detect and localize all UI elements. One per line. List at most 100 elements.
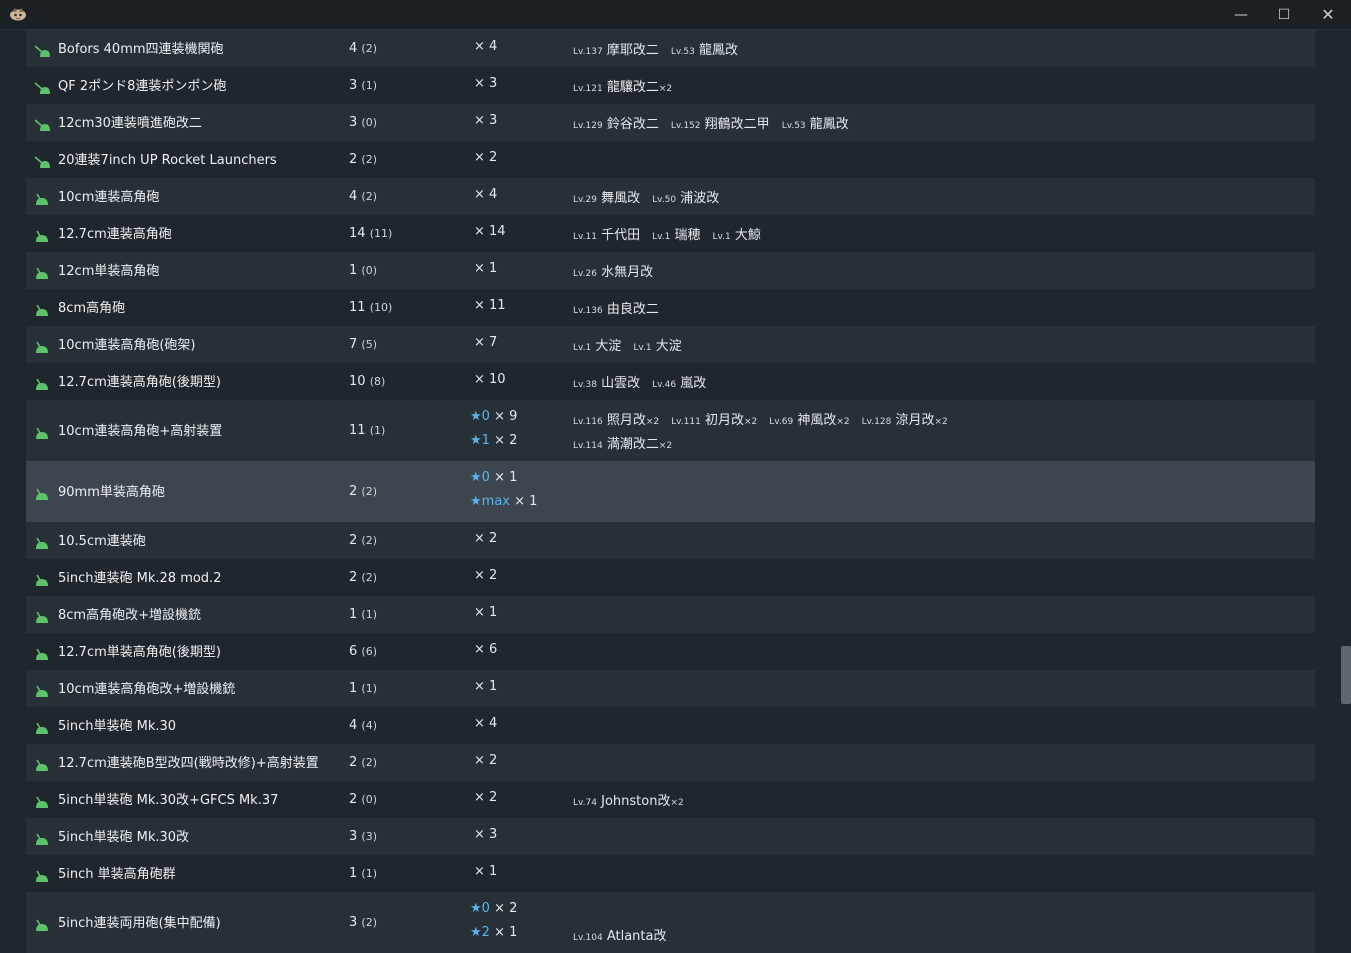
ship-name: 浦波改 — [680, 190, 720, 206]
list-item[interactable]: 10cm連装高角砲 4 (2) × 4 Lv.29 舞風改 Lv.50 浦波改 — [26, 178, 1315, 215]
ship-entry[interactable]: Lv.29 舞風改 — [573, 191, 640, 206]
aa-gun-icon — [36, 304, 48, 316]
count-total: 7 — [349, 336, 362, 352]
ship-entry[interactable]: Lv.1 大鯨 — [713, 228, 761, 243]
ship-entry[interactable]: Lv.111 初月改×2 — [671, 413, 757, 428]
quantity: × 4 — [474, 38, 498, 54]
equipment-name: 10cm連装高角砲+高射装置 — [58, 423, 223, 439]
equipment-count: 2 (2) — [349, 152, 377, 167]
list-item[interactable]: 10.5cm連装砲 2 (2) × 2 — [26, 522, 1315, 559]
count-unequipped: (2) — [361, 152, 377, 166]
list-item[interactable]: 12.7cm単装高角砲(後期型) 6 (6) × 6 — [26, 633, 1315, 670]
list-item[interactable]: 10cm連装高角砲(砲架) 7 (5) × 7 Lv.1 大淀 Lv.1 大淀 — [26, 326, 1315, 363]
count-total: 4 — [349, 40, 362, 56]
list-item[interactable]: 8cm高角砲 11 (10) × 11 Lv.136 由良改二 — [26, 289, 1315, 326]
ship-entry[interactable]: Lv.1 大淀 — [633, 339, 681, 354]
count-total: 3 — [349, 914, 362, 930]
list-item[interactable]: 5inch 単装高角砲群 1 (1) × 1 — [26, 855, 1315, 892]
count-total: 3 — [349, 114, 362, 130]
equipment-name: 10cm連装高角砲(砲架) — [58, 337, 196, 353]
ship-entry[interactable]: Lv.53 龍鳳改 — [671, 43, 738, 58]
count-total: 4 — [349, 188, 362, 204]
list-item[interactable]: 12.7cm連装高角砲(後期型) 10 (8) × 10 Lv.38 山雲改 Lv.46… — [26, 363, 1315, 400]
list-item[interactable]: 12.7cm連装砲B型改四(戦時改修)+高射装置 2 (2) × 2 — [26, 744, 1315, 781]
ship-multiplier: ×2 — [743, 417, 758, 427]
count-total: 1 — [349, 606, 362, 622]
maximize-button[interactable]: ☐ — [1261, 0, 1307, 29]
improvement-level: ★0 — [470, 409, 490, 424]
minimize-button[interactable]: — — [1218, 0, 1264, 29]
ship-entry[interactable]: Lv.121 龍驤改二×2 — [573, 80, 672, 95]
equipment-name: QF 2ポンド8連装ポンポン砲 — [58, 78, 227, 94]
scrollbar-thumb[interactable] — [1341, 646, 1351, 704]
ship-entry[interactable]: Lv.128 涼月改×2 — [862, 413, 948, 428]
count-total: 11 — [349, 299, 370, 315]
improvement-level: ★2 — [470, 925, 490, 940]
equipment-count: 4 (2) — [349, 189, 377, 204]
ship-level: Lv.104 — [573, 933, 603, 943]
list-item[interactable]: 12cm単装高角砲 1 (0) × 1 Lv.26 水無月改 — [26, 252, 1315, 289]
ship-entry[interactable]: Lv.53 龍鳳改 — [782, 117, 849, 132]
ship-entry[interactable]: Lv.136 由良改二 — [573, 302, 659, 317]
equipment-count: 1 (1) — [349, 681, 377, 696]
ship-entry[interactable]: Lv.152 翔鶴改二甲 — [671, 117, 770, 132]
ship-name: 大鯨 — [734, 227, 761, 243]
ship-entry[interactable]: Lv.116 照月改×2 — [573, 413, 659, 428]
ship-level: Lv.136 — [573, 305, 603, 316]
ship-entry[interactable]: Lv.114 満潮改二×2 — [573, 437, 672, 452]
ship-list: Lv.26 水無月改 — [573, 261, 665, 280]
list-item[interactable]: Bofors 40mm四連装機関砲 4 (2) × 4 Lv.137 摩耶改二 Lv.5… — [26, 30, 1315, 67]
equipment-count: 11 (10) — [349, 300, 392, 315]
ship-level: Lv.26 — [573, 268, 597, 279]
ship-name: 水無月改 — [601, 264, 654, 280]
title-bar: — ☐ ✕ — [0, 0, 1351, 30]
list-item[interactable]: 5inch単装砲 Mk.30改 3 (3) × 3 — [26, 818, 1315, 855]
equipment-name: 5inch単装砲 Mk.30 — [58, 718, 177, 734]
improvement-count: ★0 × 1 — [470, 470, 518, 485]
quantity: × 11 — [474, 297, 506, 313]
list-item[interactable]: 5inch単装砲 Mk.30改+GFCS Mk.37 2 (0) × 2 Lv.74 … — [26, 781, 1315, 818]
ship-entry[interactable]: Lv.1 大淀 — [573, 339, 621, 354]
list-item[interactable]: 12cm30連装噴進砲改二 3 (0) × 3 Lv.129 鈴谷改二 Lv.152 翔… — [26, 104, 1315, 141]
quantity: × 4 — [474, 715, 498, 731]
list-item[interactable]: 12.7cm連装高角砲 14 (11) × 14 Lv.11 千代田 Lv.1 瑞穂 Lv… — [26, 215, 1315, 252]
ship-entry[interactable]: Lv.26 水無月改 — [573, 265, 653, 280]
list-item[interactable]: 5inch単装砲 Mk.30 4 (4) × 4 — [26, 707, 1315, 744]
list-item[interactable]: 5inch連装砲 Mk.28 mod.2 2 (2) × 2 — [26, 559, 1315, 596]
quantity: × 10 — [474, 371, 506, 387]
list-item[interactable]: 90mm単装高角砲 2 (2) ★0 × 1 ★max × 1 — [26, 461, 1315, 522]
ship-entry[interactable]: Lv.1 瑞穂 — [652, 228, 700, 243]
ship-entry[interactable]: Lv.74 Johnston改×2 — [573, 794, 684, 809]
equipment-count: 2 (2) — [349, 533, 377, 548]
list-item[interactable]: 20連装7inch UP Rocket Launchers 2 (2) × 2 — [26, 141, 1315, 178]
ship-level: Lv.74 — [573, 797, 597, 808]
ship-entry[interactable]: Lv.46 嵐改 — [652, 376, 706, 391]
ship-entry[interactable]: Lv.69 神風改×2 — [769, 413, 849, 428]
ship-entry[interactable]: Lv.50 浦波改 — [652, 191, 719, 206]
ship-entry[interactable]: Lv.129 鈴谷改二 — [573, 117, 659, 132]
aa-gun-icon — [36, 574, 48, 586]
ship-level: Lv.50 — [652, 194, 677, 205]
list-item[interactable]: 10cm連装高角砲+高射装置 11 (1) ★0 × 9 ★1 × 2 Lv.116 照… — [26, 400, 1315, 461]
aa-gun-icon — [36, 611, 48, 623]
ship-entry[interactable]: Lv.38 山雲改 — [573, 376, 640, 391]
list-item[interactable]: 8cm高角砲改+増設機銃 1 (1) × 1 — [26, 596, 1315, 633]
ship-entry[interactable]: Lv.137 摩耶改二 — [573, 43, 659, 58]
count-total: 2 — [349, 569, 362, 585]
aa-gun-icon — [36, 427, 48, 439]
count-unequipped: (0) — [361, 263, 377, 277]
ship-entry[interactable]: Lv.11 千代田 — [573, 228, 640, 243]
ship-entry[interactable]: Lv.104 Atlanta改 — [573, 929, 666, 944]
aa-gun-icon — [36, 833, 48, 845]
list-item[interactable]: 5inch連装両用砲(集中配備) 3 (2) ★0 × 2 ★2 × 1 Lv.104 … — [26, 892, 1315, 953]
list-item[interactable]: 10cm連装高角砲改+増設機銃 1 (1) × 1 — [26, 670, 1315, 707]
ship-level: Lv.137 — [573, 46, 603, 57]
ship-level: Lv.129 — [573, 120, 603, 131]
equipment-count: 2 (2) — [349, 755, 377, 770]
ship-multiplier: ×2 — [645, 417, 660, 427]
close-button[interactable]: ✕ — [1305, 0, 1351, 29]
app-logo-icon — [10, 8, 26, 21]
ship-level: Lv.116 — [573, 417, 603, 427]
count-total: 6 — [349, 643, 362, 659]
list-item[interactable]: QF 2ポンド8連装ポンポン砲 3 (1) × 3 Lv.121 龍驤改二×2 — [26, 67, 1315, 104]
